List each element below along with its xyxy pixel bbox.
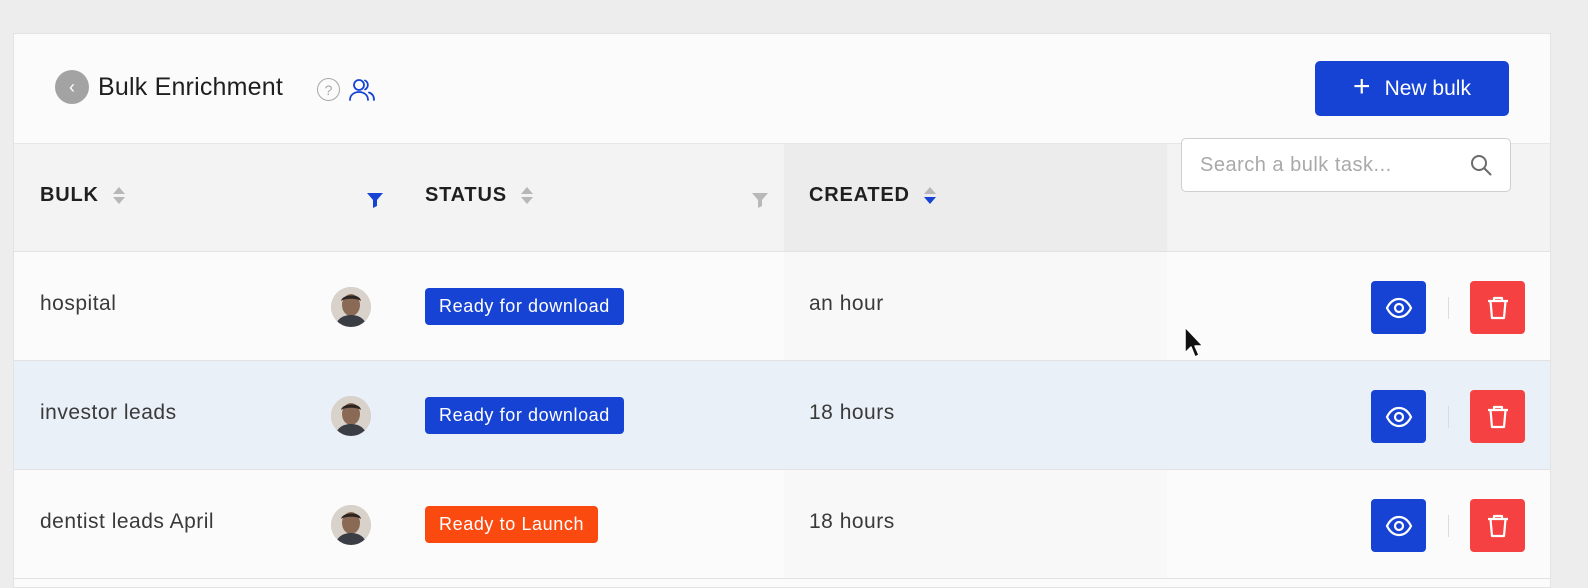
table-row[interactable]: hospital Ready for download an hour — [14, 252, 1550, 361]
created-time: an hour — [809, 292, 884, 315]
delete-button[interactable] — [1470, 281, 1525, 334]
bulk-enrichment-panel: ‹ Bulk Enrichment ? + New bulk BULK STAT… — [13, 33, 1551, 588]
plus-icon: + — [1353, 70, 1371, 103]
trash-icon — [1487, 296, 1508, 319]
search-input[interactable] — [1200, 153, 1470, 177]
funnel-icon[interactable] — [751, 191, 769, 209]
sort-icon[interactable] — [112, 187, 125, 204]
question-circle-icon[interactable]: ? — [317, 78, 340, 101]
new-bulk-button[interactable]: + New bulk — [1315, 61, 1509, 116]
eye-icon — [1385, 297, 1412, 318]
page-title: Bulk Enrichment — [98, 73, 284, 101]
users-icon[interactable] — [348, 76, 376, 104]
avatar — [331, 396, 371, 436]
search-field[interactable] — [1181, 138, 1511, 192]
bulk-name: hospital — [40, 292, 117, 315]
sort-icon[interactable] — [923, 187, 936, 204]
view-button[interactable] — [1371, 281, 1426, 334]
new-bulk-label: New bulk — [1384, 76, 1471, 100]
column-header-status[interactable]: STATUS — [425, 184, 533, 207]
table-row[interactable]: investor leads Ready for download 18 hou… — [14, 361, 1550, 470]
eye-icon — [1385, 406, 1412, 427]
mouse-cursor-icon — [1184, 326, 1204, 358]
chevron-left-icon: ‹ — [69, 76, 75, 97]
view-button[interactable] — [1371, 499, 1426, 552]
search-icon[interactable] — [1470, 154, 1492, 176]
column-header-bulk[interactable]: BULK — [40, 184, 125, 207]
table-row[interactable]: dentist leads April Ready to Launch 18 h… — [14, 470, 1550, 579]
back-button[interactable]: ‹ — [55, 70, 89, 104]
view-button[interactable] — [1371, 390, 1426, 443]
sort-icon[interactable] — [520, 187, 533, 204]
funnel-icon[interactable] — [366, 191, 384, 209]
delete-button[interactable] — [1470, 390, 1525, 443]
status-badge: Ready for download — [425, 288, 624, 325]
created-time: 18 hours — [809, 401, 895, 424]
delete-button[interactable] — [1470, 499, 1525, 552]
trash-icon — [1487, 405, 1508, 428]
bulk-name: dentist leads April — [40, 510, 215, 533]
avatar — [331, 287, 371, 327]
created-time: 18 hours — [809, 510, 895, 533]
status-badge: Ready to Launch — [425, 506, 599, 543]
status-badge: Ready for download — [425, 397, 624, 434]
column-header-created[interactable]: CREATED — [809, 184, 936, 207]
bulk-name: investor leads — [40, 401, 177, 424]
avatar — [331, 505, 371, 545]
page-header: ‹ Bulk Enrichment ? + New bulk — [14, 34, 1550, 144]
trash-icon — [1487, 514, 1508, 537]
eye-icon — [1385, 515, 1412, 536]
